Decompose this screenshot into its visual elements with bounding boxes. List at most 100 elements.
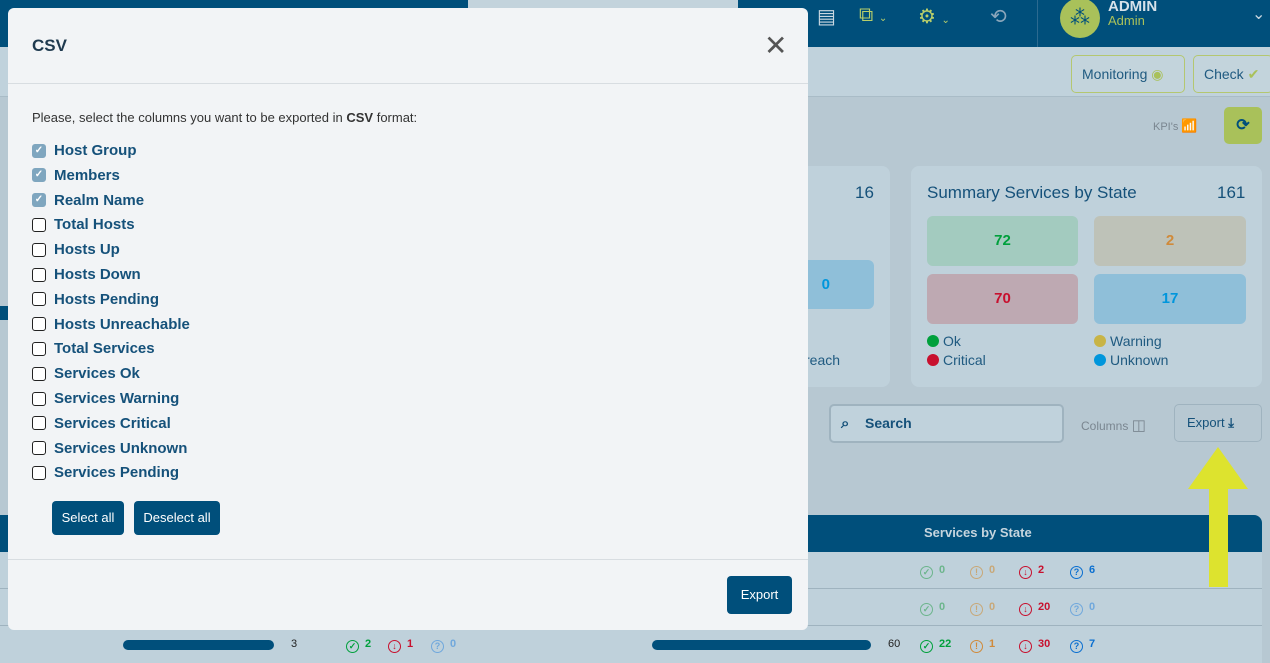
- ok-icon: ✓: [920, 566, 933, 579]
- column-checkbox[interactable]: ✓ Realm Name: [32, 192, 144, 209]
- search-placeholder: Search: [865, 415, 912, 431]
- divider: [8, 83, 808, 84]
- kpis-label: KPI's: [1153, 121, 1179, 133]
- column-checkbox[interactable]: Services Warning: [32, 390, 179, 407]
- checkbox[interactable]: [32, 391, 46, 406]
- checkbox-label: Services Warning: [54, 390, 180, 407]
- monitoring-button[interactable]: Monitoring ◉: [1071, 55, 1185, 93]
- checkbox[interactable]: ✓: [32, 193, 46, 208]
- hosts-legend: reach: [805, 352, 841, 368]
- user-role: Admin: [1108, 13, 1145, 28]
- modal-title: CSV: [32, 36, 67, 55]
- check-circle-icon: ✔: [1247, 66, 1260, 82]
- chart-icon: 📶: [1181, 118, 1198, 133]
- column-checkbox[interactable]: Services Ok: [32, 365, 140, 382]
- annotation-arrow-shaft: [1209, 488, 1228, 587]
- critical-icon: ↓: [1019, 566, 1032, 579]
- checkbox[interactable]: [32, 217, 46, 232]
- checkbox[interactable]: [32, 465, 46, 480]
- critical-tile[interactable]: 70: [927, 274, 1078, 324]
- ok-icon: ✓: [920, 640, 933, 653]
- table-row[interactable]: 3 ✓ 2 ↓ 1 ? 0 60 ✓ 22 ! 1 ↓ 30 ? 7: [0, 626, 1262, 663]
- checkbox[interactable]: ✓: [32, 143, 46, 158]
- legend-ok: Ok: [927, 333, 961, 349]
- external-link-icon[interactable]: ⧉ ⌄: [859, 4, 887, 27]
- partial-element: [0, 306, 8, 320]
- checkbox[interactable]: ✓: [32, 168, 46, 183]
- columns-label: Columns: [1081, 419, 1129, 433]
- services-progress-bar: [652, 640, 871, 650]
- columns-icon: ◫: [1131, 417, 1146, 434]
- column-checkbox[interactable]: Hosts Down: [32, 266, 141, 283]
- column-checkbox[interactable]: Services Pending: [32, 464, 179, 481]
- search-input[interactable]: ⌕ Search: [829, 404, 1064, 443]
- annotation-arrow-head: [1188, 447, 1248, 489]
- unknown-icon: ?: [431, 640, 444, 653]
- checkbox[interactable]: [32, 317, 46, 332]
- legend-critical: Critical: [927, 352, 986, 368]
- monitoring-label: Monitoring: [1082, 66, 1148, 82]
- checkbox-label: Hosts Up: [54, 241, 120, 259]
- checkbox-label: Total Services: [54, 340, 155, 358]
- check-button[interactable]: Check ✔: [1193, 55, 1270, 93]
- deselect-all-button[interactable]: Deselect all: [134, 501, 220, 535]
- refresh-button[interactable]: ⟳: [1224, 107, 1262, 144]
- unknown-tile[interactable]: 17: [1094, 274, 1246, 324]
- column-header-services-by-state[interactable]: Services by State: [924, 525, 1032, 540]
- search-icon: ⌕: [841, 415, 850, 432]
- export-button[interactable]: Export ⤓: [1174, 404, 1262, 442]
- csv-export-modal: CSV ✕ Please, select the columns you wan…: [8, 8, 808, 630]
- checkbox[interactable]: [32, 242, 46, 257]
- export-confirm-button[interactable]: Export: [727, 576, 792, 614]
- column-checkbox[interactable]: ✓ Members: [32, 167, 120, 184]
- checkbox-label: Hosts Down: [54, 266, 141, 283]
- gears-icon[interactable]: ⚙ ⌄: [918, 4, 950, 29]
- ok-tile[interactable]: 72: [927, 216, 1078, 266]
- unknown-icon: ?: [1070, 603, 1083, 616]
- close-icon[interactable]: ✕: [764, 32, 787, 60]
- warning-icon: !: [970, 566, 983, 579]
- column-checkbox[interactable]: Hosts Unreachable: [32, 316, 190, 333]
- column-checkbox[interactable]: Services Critical: [32, 415, 171, 432]
- column-checkbox[interactable]: ✓ Host Group: [32, 142, 137, 159]
- checkbox[interactable]: [32, 366, 46, 381]
- checkbox-label: Services Pending: [54, 464, 180, 482]
- checkbox[interactable]: [32, 267, 46, 282]
- checkbox-label: Services Unknown: [54, 439, 188, 457]
- checkbox-label: Host Group: [54, 142, 137, 159]
- column-checkbox[interactable]: Hosts Up: [32, 241, 120, 258]
- history-off-icon[interactable]: ⟲: [990, 4, 1007, 29]
- global-search-input[interactable]: [468, 0, 738, 8]
- column-checkbox[interactable]: Hosts Pending: [32, 291, 159, 308]
- unknown-icon: ?: [1070, 566, 1083, 579]
- select-all-button[interactable]: Select all: [52, 501, 124, 535]
- download-icon: ⤓: [1228, 415, 1234, 430]
- divider: [8, 559, 808, 560]
- chevron-down-icon[interactable]: ⌄: [1252, 4, 1265, 24]
- legend-warning: Warning: [1094, 333, 1162, 349]
- unknown-icon: ?: [1070, 640, 1083, 653]
- checkbox[interactable]: [32, 416, 46, 431]
- checkbox[interactable]: [32, 292, 46, 307]
- services-total: 161: [1217, 183, 1246, 202]
- critical-icon: ↓: [1019, 603, 1032, 616]
- critical-icon: ↓: [1019, 640, 1032, 653]
- eye-icon: ◉: [1151, 66, 1164, 82]
- services-summary-card: Summary Services by State 161 72 2 70 17…: [911, 166, 1262, 387]
- warning-tile[interactable]: 2: [1094, 216, 1246, 266]
- critical-icon: ↓: [388, 640, 401, 653]
- columns-button[interactable]: Columns ◫: [1081, 416, 1146, 434]
- column-checkbox[interactable]: Total Services: [32, 340, 155, 357]
- checkbox-label: Total Hosts: [54, 216, 135, 234]
- checkbox-label: Services Ok: [54, 365, 140, 383]
- checkbox[interactable]: [32, 341, 46, 356]
- card-title: Summary Services by State: [927, 183, 1137, 202]
- column-checkbox[interactable]: Services Unknown: [32, 440, 187, 457]
- warning-icon: !: [970, 640, 983, 653]
- checkbox-label: Hosts Unreachable: [54, 315, 190, 333]
- checkbox[interactable]: [32, 441, 46, 456]
- checkbox-label: Realm Name: [54, 191, 145, 209]
- book-icon[interactable]: ▤: [817, 4, 836, 29]
- kpis-link[interactable]: KPI's 📶: [1153, 118, 1198, 134]
- column-checkbox[interactable]: Total Hosts: [32, 216, 135, 233]
